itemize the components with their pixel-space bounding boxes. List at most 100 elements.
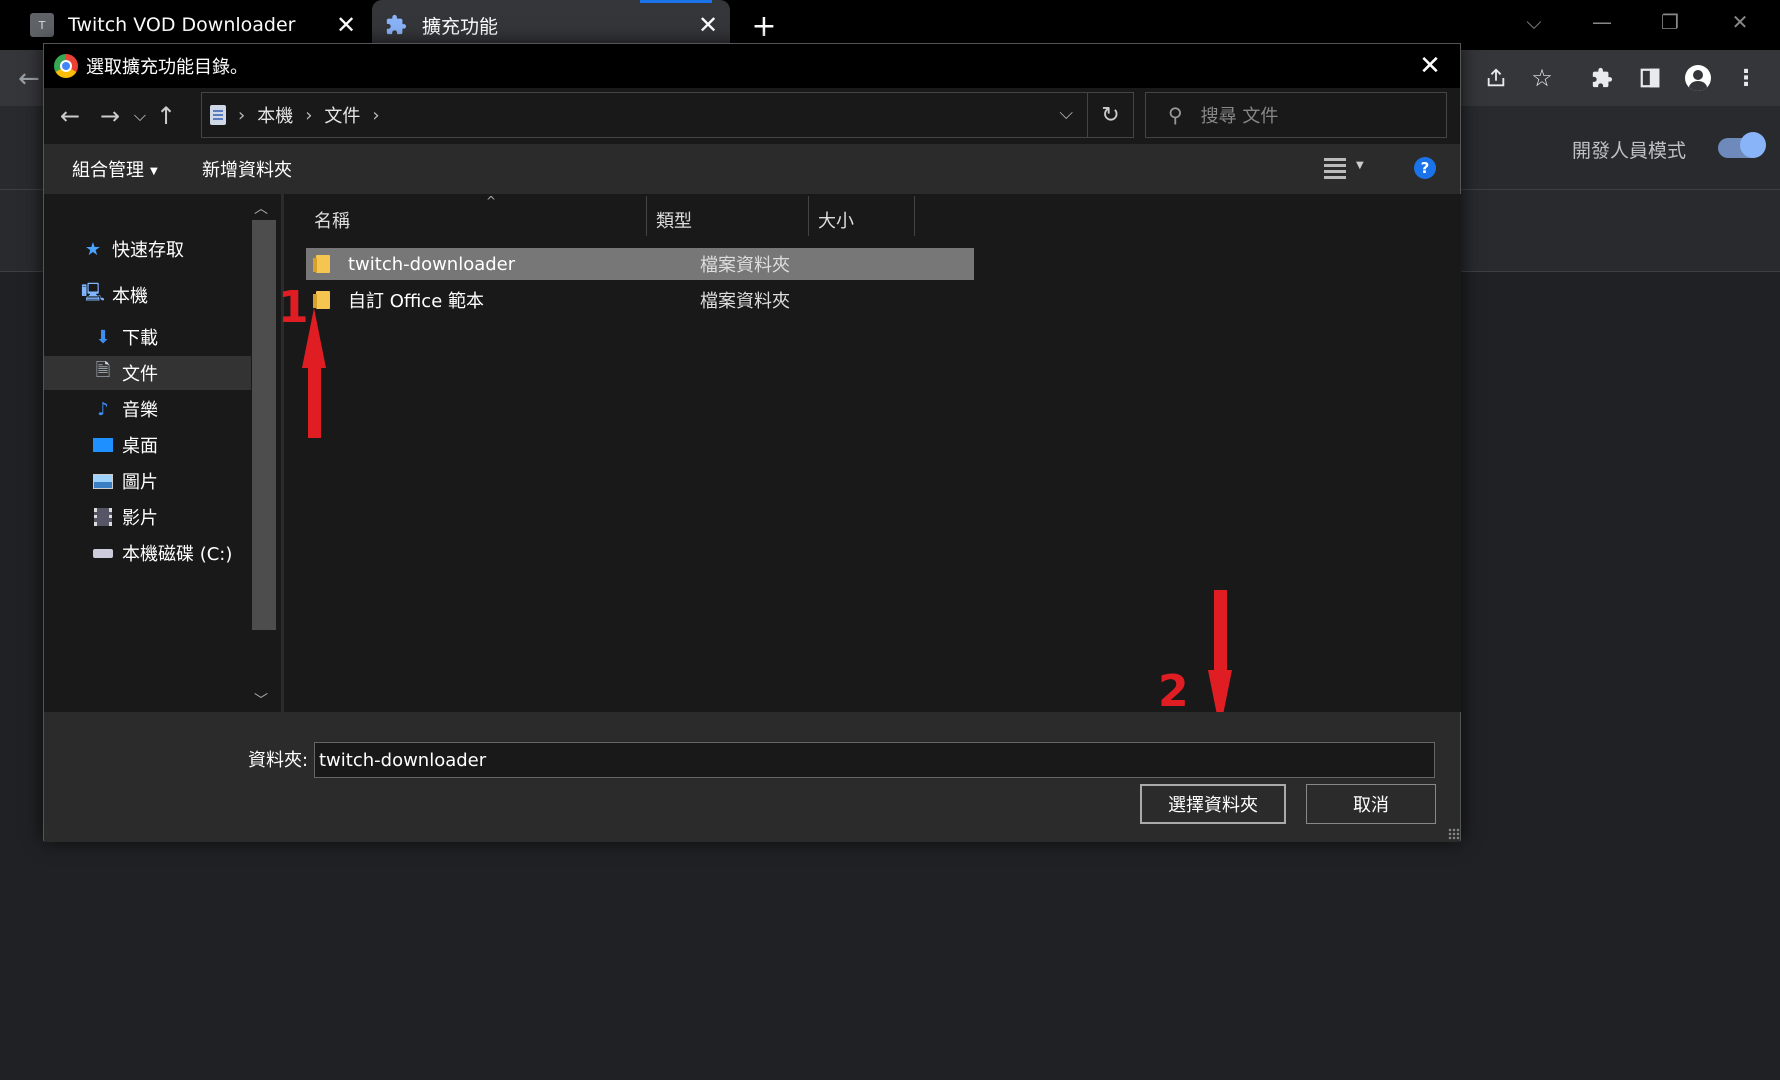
more-menu-icon[interactable]: ⋮ xyxy=(1728,60,1764,96)
nav-item-label: 影片 xyxy=(122,508,158,529)
close-icon[interactable]: ✕ xyxy=(332,11,360,39)
help-icon[interactable]: ? xyxy=(1414,157,1436,179)
cancel-button[interactable]: 取消 xyxy=(1306,784,1436,824)
annotation-arrow-shaft xyxy=(308,362,321,438)
chrome-logo-icon xyxy=(54,54,78,78)
breadcrumb-separator-icon[interactable]: › xyxy=(372,105,379,126)
tab-title: 擴充功能 xyxy=(422,15,499,38)
side-panel-icon[interactable] xyxy=(1632,60,1668,96)
star-icon[interactable]: ☆ xyxy=(1524,60,1560,96)
annotation-arrow-shaft xyxy=(1214,590,1227,674)
file-name: 自訂 Office 範本 xyxy=(348,291,484,312)
back-arrow-icon[interactable]: ← xyxy=(18,64,40,94)
computer-icon: 🖳 xyxy=(81,282,106,303)
extensions-puzzle-icon[interactable] xyxy=(1584,60,1620,96)
nav-item-quick-access[interactable]: ★ 快速存取 xyxy=(44,232,251,266)
nav-item-videos[interactable]: 影片 xyxy=(44,500,251,534)
nav-item-local-disk[interactable]: 本機磁碟 (C:) xyxy=(44,536,251,570)
film-icon xyxy=(92,506,114,528)
document-folder-icon xyxy=(210,105,226,125)
forward-icon[interactable]: → xyxy=(96,102,124,130)
address-dropdown-chevron-icon[interactable]: ⌵ xyxy=(1059,103,1073,124)
breadcrumb-this-pc[interactable]: 本機 xyxy=(257,102,293,128)
twitch-favicon-icon: T xyxy=(30,13,54,37)
nav-item-label: 下載 xyxy=(122,328,158,349)
toggle-knob[interactable] xyxy=(1740,132,1766,158)
organize-label: 組合管理 xyxy=(72,160,144,181)
navigation-pane: ★ 快速存取 🖳 本機 ⬇ 下載 🗎 文件 ♪ 音樂 桌面 圖片 影片 本機磁碟… xyxy=(44,194,281,712)
nav-item-pictures[interactable]: 圖片 xyxy=(44,464,251,498)
hard-drive-icon xyxy=(92,542,114,564)
scroll-down-icon[interactable]: ﹀ xyxy=(254,690,268,710)
nav-item-label: 圖片 xyxy=(122,472,158,493)
refresh-icon[interactable]: ↻ xyxy=(1087,93,1133,137)
file-type: 檔案資料夾 xyxy=(700,255,790,276)
nav-item-desktop[interactable]: 桌面 xyxy=(44,428,251,462)
breadcrumb-separator-icon: › xyxy=(238,104,246,126)
annotation-step-2: 2 xyxy=(1158,666,1189,717)
dialog-close-icon[interactable]: ✕ xyxy=(1414,50,1446,82)
nav-item-music[interactable]: ♪ 音樂 xyxy=(44,392,251,426)
breadcrumb-documents[interactable]: 文件 xyxy=(324,102,360,128)
music-note-icon: ♪ xyxy=(97,398,109,420)
file-row-office-templates[interactable]: 自訂 Office 範本 檔案資料夾 xyxy=(306,284,974,316)
window-close-icon[interactable]: ✕ xyxy=(1720,8,1760,36)
column-divider[interactable] xyxy=(646,196,647,236)
nav-item-label: 音樂 xyxy=(122,400,158,421)
star-icon: ★ xyxy=(84,238,102,260)
column-header-name[interactable]: 名稱 xyxy=(306,202,646,238)
folder-label: 資料夾: xyxy=(248,750,309,771)
file-row-twitch-downloader[interactable]: twitch-downloader 檔案資料夾 xyxy=(306,248,974,280)
profile-avatar-icon[interactable] xyxy=(1680,60,1716,96)
command-bar: 組合管理 ▼ 新增資料夾 ▼ ? xyxy=(44,144,1460,194)
search-icon: ⚲ xyxy=(1168,103,1183,127)
close-icon[interactable]: ✕ xyxy=(694,11,722,39)
dialog-title: 選取擴充功能目錄。 xyxy=(86,57,248,78)
back-icon[interactable]: ← xyxy=(56,102,84,130)
view-details-icon[interactable] xyxy=(1324,158,1346,180)
nav-item-label: 快速存取 xyxy=(112,240,184,261)
document-icon: 🗎 xyxy=(95,360,111,381)
picture-icon xyxy=(92,470,114,492)
scroll-up-icon[interactable]: ︿ xyxy=(254,198,268,218)
organize-button[interactable]: 組合管理 ▼ xyxy=(72,156,158,182)
column-header-type[interactable]: 類型 xyxy=(648,202,808,238)
up-arrow-icon[interactable]: ↑ xyxy=(152,102,180,130)
nav-item-label: 文件 xyxy=(122,364,158,385)
select-folder-button[interactable]: 選擇資料夾 xyxy=(1140,784,1286,824)
search-input[interactable]: 搜尋 文件 xyxy=(1201,102,1279,128)
column-divider[interactable] xyxy=(914,196,915,236)
tab-title: Twitch VOD Downloader xyxy=(68,14,296,36)
tab-loading-indicator xyxy=(640,0,712,3)
dialog-titlebar: 選取擴充功能目錄。 ✕ xyxy=(44,44,1460,88)
restore-icon[interactable]: ❐ xyxy=(1650,8,1690,36)
resize-grip-icon[interactable] xyxy=(1448,828,1460,840)
folder-name-input[interactable] xyxy=(314,742,1435,778)
desktop-icon xyxy=(92,434,114,456)
column-header-size[interactable]: 大小 xyxy=(810,202,914,238)
search-box[interactable]: ⚲ 搜尋 文件 xyxy=(1145,92,1447,138)
nav-item-label: 本機磁碟 (C:) xyxy=(122,544,233,565)
new-tab-button[interactable]: + xyxy=(748,9,780,44)
new-folder-button[interactable]: 新增資料夾 xyxy=(202,156,292,182)
nav-item-downloads[interactable]: ⬇ 下載 xyxy=(44,320,251,354)
recent-chevron-down-icon[interactable]: ⌵ xyxy=(126,102,154,130)
select-folder-dialog: 選取擴充功能目錄。 ✕ ← → ⌵ ↑ › 本機 › 文件 › ⌵ ↻ ⚲ 搜尋… xyxy=(43,43,1461,842)
puzzle-icon xyxy=(384,13,408,37)
address-bar[interactable]: › 本機 › 文件 › ⌵ ↻ xyxy=(201,92,1134,138)
column-divider[interactable] xyxy=(808,196,809,236)
nav-item-this-pc[interactable]: 🖳 本機 xyxy=(44,278,251,312)
nav-scrollbar-thumb[interactable] xyxy=(252,220,276,630)
share-icon[interactable] xyxy=(1478,60,1514,96)
breadcrumb-separator-icon[interactable]: › xyxy=(305,105,312,126)
caret-down-icon: ▼ xyxy=(150,165,158,177)
developer-mode-label: 開發人員模式 xyxy=(1572,140,1687,162)
folder-icon xyxy=(313,255,330,273)
tab-search-chevron-icon[interactable]: ⌵ xyxy=(1514,8,1554,36)
nav-item-label: 本機 xyxy=(112,286,148,307)
nav-item-documents[interactable]: 🗎 文件 xyxy=(44,356,251,390)
minimize-icon[interactable]: — xyxy=(1582,8,1622,36)
view-caret-down-icon[interactable]: ▼ xyxy=(1356,160,1364,171)
folder-icon xyxy=(313,291,330,309)
file-type: 檔案資料夾 xyxy=(700,291,790,312)
